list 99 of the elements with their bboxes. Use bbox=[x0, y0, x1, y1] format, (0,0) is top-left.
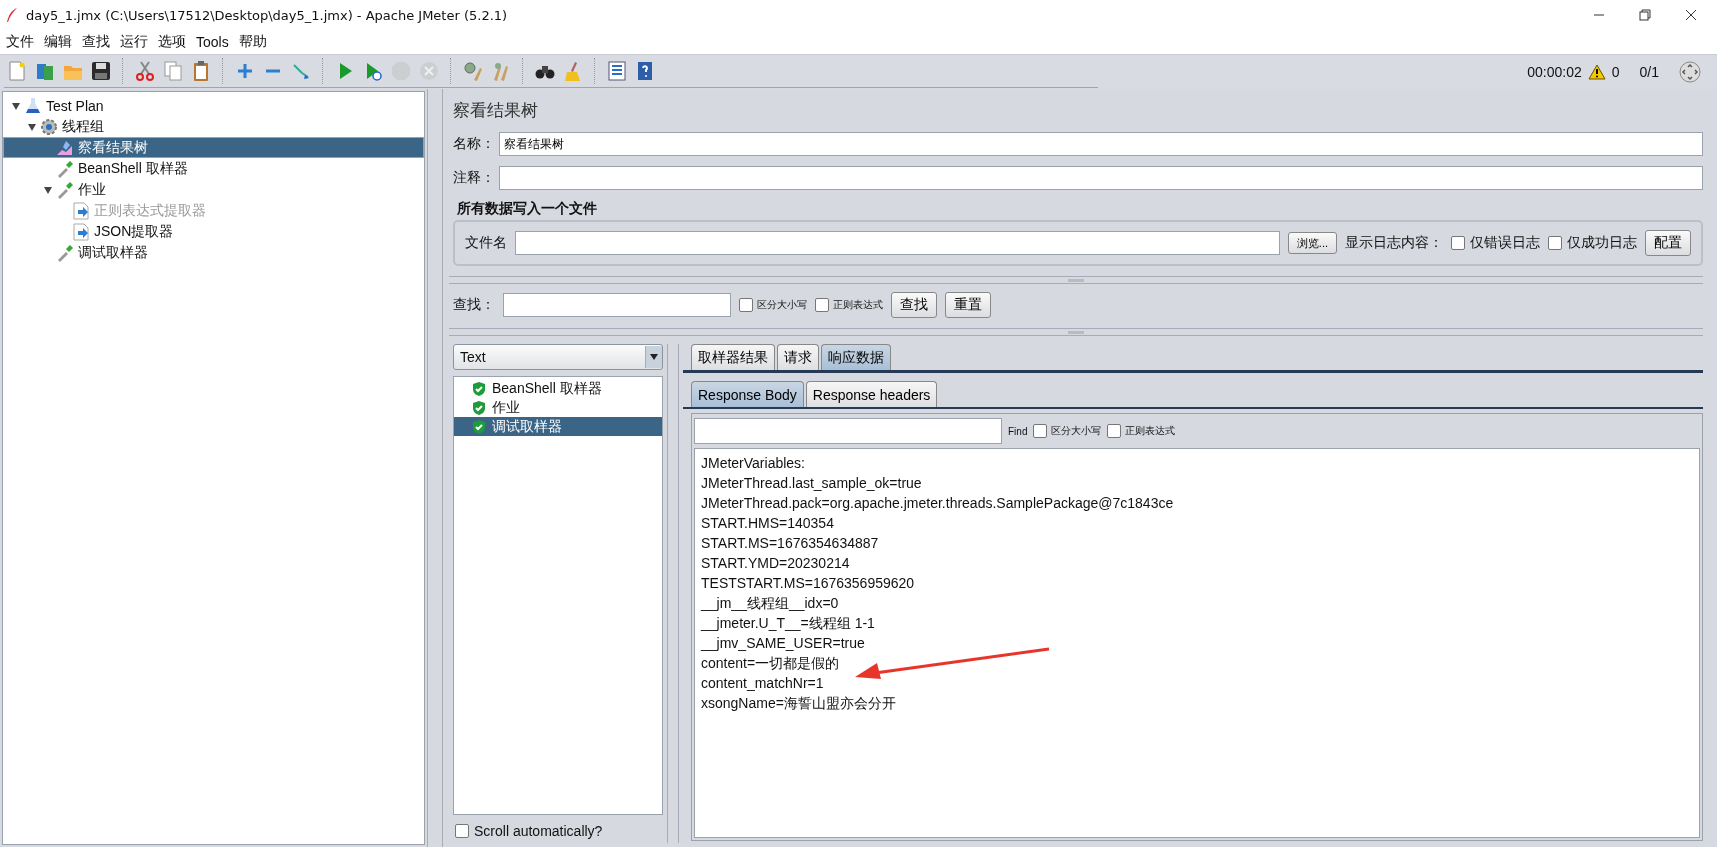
tree-item[interactable]: BeanShell 取样器 bbox=[3, 158, 424, 179]
expand-arrow-icon[interactable] bbox=[27, 121, 37, 132]
response-line: __jmv_SAME_USER=true bbox=[701, 634, 865, 653]
menu-item[interactable]: 运行 bbox=[120, 33, 148, 51]
reset-button[interactable]: 重置 bbox=[945, 292, 991, 318]
response-line: __jm__线程组__idx=0 bbox=[701, 594, 839, 613]
checkbox-label: 区分大小写 bbox=[757, 298, 807, 312]
checkbox[interactable] bbox=[1033, 424, 1048, 438]
expand-arrows-icon[interactable] bbox=[1679, 61, 1701, 83]
tab[interactable]: 请求 bbox=[777, 344, 819, 370]
find-button[interactable]: 查找 bbox=[891, 292, 937, 318]
checkbox[interactable] bbox=[739, 298, 753, 312]
response-text-area[interactable] bbox=[694, 448, 1700, 838]
tree-item[interactable]: JSON提取器 bbox=[3, 221, 424, 242]
checkbox-label: 仅错误日志 bbox=[1470, 234, 1540, 252]
flask-icon bbox=[24, 96, 42, 115]
page-arrow-icon bbox=[72, 222, 90, 241]
minus-icon bbox=[265, 68, 281, 73]
scissors-icon bbox=[134, 59, 156, 82]
response-line: JMeterThread.last_sample_ok=true bbox=[701, 474, 922, 493]
shield-check-icon bbox=[472, 418, 486, 435]
response-line: START.MS=1676354634887 bbox=[701, 534, 879, 553]
field-label: 名称： bbox=[453, 135, 495, 153]
floppy-icon bbox=[90, 59, 112, 82]
configure-button[interactable]: 配置 bbox=[1645, 230, 1691, 256]
warning-count: 0 bbox=[1611, 64, 1620, 80]
tab[interactable]: Response headers bbox=[805, 381, 938, 407]
pipette-icon bbox=[56, 243, 74, 262]
checkbox[interactable] bbox=[455, 824, 469, 838]
name-field[interactable]: 察看结果树 bbox=[499, 132, 1703, 156]
document-icon bbox=[6, 59, 28, 82]
tree-item[interactable]: 线程组 bbox=[3, 116, 424, 137]
thread-count: 0/1 bbox=[1639, 64, 1659, 80]
tab[interactable]: 取样器结果 bbox=[691, 344, 775, 370]
expand-arrow-icon[interactable] bbox=[43, 184, 53, 195]
copy-icon bbox=[162, 59, 184, 82]
result-item[interactable]: 作业 bbox=[454, 398, 662, 417]
caret-icon bbox=[650, 354, 658, 360]
response-line: JMeterVariables: bbox=[701, 454, 805, 473]
response-line: START.HMS=140354 bbox=[701, 514, 834, 533]
checkbox-label: 仅成功日志 bbox=[1567, 234, 1637, 252]
x-circle-icon bbox=[418, 59, 440, 82]
window-title: day5_1.jmx (C:\Users\17512\Desktop\day5_1.jmx) - Apache JMeter (5.2.1) bbox=[26, 7, 508, 23]
response-line: TESTSTART.MS=1676356959620 bbox=[701, 574, 915, 593]
result-item[interactable]: 调试取样器 bbox=[454, 417, 662, 436]
tab[interactable]: 响应数据 bbox=[821, 344, 891, 370]
menu-item[interactable]: 编辑 bbox=[44, 33, 72, 51]
response-line: START.YMD=20230214 bbox=[701, 554, 850, 573]
menu-item[interactable]: 选项 bbox=[158, 33, 186, 51]
browse-button[interactable]: 浏览... bbox=[1287, 232, 1337, 254]
menu-item[interactable]: 帮助 bbox=[238, 33, 267, 51]
response-line: JMeterThread.pack=org.apache.jmeter.threads.SamplePackage@7c1843ce bbox=[701, 494, 1174, 513]
elapsed-time: 00:00:02 bbox=[1527, 64, 1582, 80]
find-field[interactable] bbox=[694, 418, 1002, 444]
panel-title: 察看结果树 bbox=[453, 100, 539, 122]
response-line: content_matchNr=1 bbox=[701, 674, 824, 693]
find-label: Find bbox=[1008, 425, 1028, 437]
checkbox[interactable] bbox=[1107, 424, 1122, 438]
close-icon[interactable] bbox=[1685, 9, 1697, 21]
shield-check-icon bbox=[472, 399, 486, 416]
tree-item[interactable]: 察看结果树 bbox=[3, 137, 424, 158]
pipette-icon bbox=[56, 180, 74, 199]
checkbox-label: Scroll automatically? bbox=[474, 823, 603, 839]
menu-item[interactable]: Tools bbox=[196, 34, 229, 50]
checkbox[interactable] bbox=[815, 298, 829, 312]
checkbox-label: 区分大小写 bbox=[1051, 424, 1102, 438]
pipette-icon bbox=[56, 159, 74, 178]
shield-check-icon bbox=[472, 380, 486, 397]
response-line: content=一切都是假的 bbox=[701, 654, 840, 673]
checkbox-label: 正则表达式 bbox=[833, 298, 883, 312]
checkbox[interactable] bbox=[1451, 236, 1465, 250]
tree-item[interactable]: Test Plan bbox=[3, 95, 424, 116]
menu-item[interactable]: 文件 bbox=[6, 33, 34, 51]
response-line: xsongName=海誓山盟亦会分开 bbox=[701, 694, 896, 713]
result-item[interactable]: BeanShell 取样器 bbox=[454, 379, 662, 398]
page-arrow-icon bbox=[72, 201, 90, 220]
field-label: 注释： bbox=[453, 169, 495, 187]
filename-field[interactable] bbox=[515, 231, 1280, 255]
tab[interactable]: Response Body bbox=[691, 381, 804, 407]
gear-icon bbox=[40, 117, 58, 136]
section-title: 所有数据写入一个文件 bbox=[457, 200, 598, 218]
field-label: 文件名 bbox=[465, 234, 507, 252]
list-icon bbox=[606, 59, 628, 82]
restore-icon[interactable] bbox=[1639, 9, 1651, 21]
feather-icon bbox=[4, 7, 20, 23]
search-label: 查找： bbox=[453, 296, 495, 314]
checkbox[interactable] bbox=[1548, 236, 1562, 250]
expand-arrow-icon[interactable] bbox=[11, 100, 21, 111]
warning-icon[interactable] bbox=[1587, 64, 1606, 80]
search-field[interactable] bbox=[503, 293, 731, 317]
response-line: __jmeter.U_T__=线程组 1-1 bbox=[701, 614, 875, 633]
tree-item[interactable]: 调试取样器 bbox=[3, 242, 424, 263]
menu-item[interactable]: 查找 bbox=[82, 33, 110, 51]
tree-item[interactable]: 作业 bbox=[3, 179, 424, 200]
log-label: 显示日志内容： bbox=[1345, 234, 1443, 252]
comment-field[interactable] bbox=[499, 166, 1703, 190]
renderer-dropdown[interactable]: Text bbox=[453, 344, 663, 370]
checkbox-label: 正则表达式 bbox=[1125, 424, 1176, 438]
chart-icon bbox=[56, 138, 74, 157]
